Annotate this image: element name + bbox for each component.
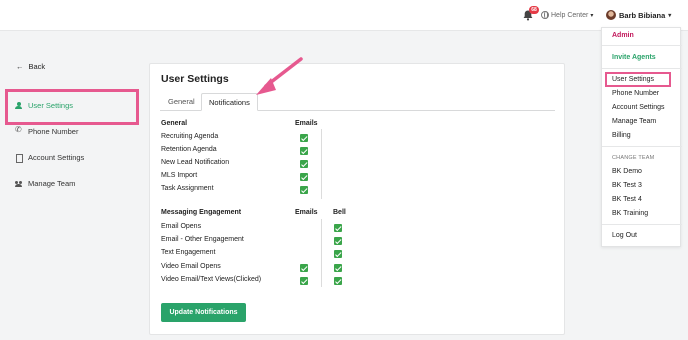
row-label: Text Engagement [161,249,216,256]
column-divider [321,129,322,199]
team-icon [15,180,22,187]
bell-checkbox[interactable] [334,250,342,258]
row-label: Recruiting Agenda [161,133,219,140]
settings-card: User Settings General Notifications Gene… [149,63,565,335]
highlight-box-menu [605,72,671,87]
email-checkbox[interactable] [300,147,308,155]
avatar [606,10,616,20]
divider [602,68,682,69]
email-checkbox[interactable] [300,264,308,272]
tab-bar: General Notifications [160,93,555,111]
menu-item-billing[interactable]: Billing [612,132,631,139]
email-checkbox[interactable] [300,160,308,168]
sidebar-item-user-settings[interactable]: User Settings [15,101,73,110]
bell-column-header: Bell [333,209,346,216]
page-title: User Settings [161,73,229,85]
bell-checkbox[interactable] [334,264,342,272]
menu-item-phone-number[interactable]: Phone Number [612,90,659,97]
change-team-header: CHANGE TEAM [612,155,655,161]
row-label: New Lead Notification [161,159,230,166]
email-checkbox[interactable] [300,173,308,181]
divider [602,45,682,46]
sidebar-item-manage-team[interactable]: Manage Team [15,179,75,188]
row-label: Retention Agenda [161,146,217,153]
help-center-menu[interactable]: Help Center ▾ [541,11,593,19]
tab-notifications[interactable]: Notifications [201,93,258,111]
user-name: Barb Bibiana [619,10,666,20]
menu-item-manage-team[interactable]: Manage Team [612,118,656,125]
emails-column-header: Emails [295,209,318,216]
menu-item-account-settings[interactable]: Account Settings [612,104,665,111]
sidebar-item-label: User Settings [28,101,74,110]
emails-column-header: Emails [295,120,318,127]
row-label: Video Email Opens [161,263,221,270]
globe-icon [541,11,549,19]
back-link[interactable]: ← Back [16,62,45,71]
user-dropdown-menu: Admin Invite Agents User Settings Phone … [601,27,682,247]
arrow-left-icon: ← [16,62,24,71]
sidebar-item-account-settings[interactable]: Account Settings [15,153,85,163]
top-bar: 68 Help Center ▾ Barb Bibiana ▾ [0,0,688,31]
row-label: Task Assignment [161,185,214,192]
row-label: MLS Import [161,172,198,179]
divider [602,146,682,147]
sidebar-item-label: Manage Team [28,179,76,188]
user-menu[interactable]: Barb Bibiana ▾ [606,10,671,20]
general-heading: General [161,120,188,127]
menu-item-team[interactable]: BK Demo [612,168,642,175]
sidebar-item-phone-number[interactable]: Phone Number [15,125,79,136]
bell-checkbox[interactable] [334,277,342,285]
notification-count-badge: 68 [529,6,539,14]
bell-checkbox[interactable] [334,237,342,245]
document-icon [15,154,23,163]
chevron-down-icon: ▾ [590,12,594,19]
email-checkbox[interactable] [300,186,308,194]
menu-item-log-out[interactable]: Log Out [612,232,637,239]
help-center-label: Help Center [551,11,589,19]
caret-down-icon: ▾ [668,12,672,19]
sidebar-item-label: Account Settings [28,153,85,162]
row-label: Video Email/Text Views(Clicked) [161,276,262,283]
tab-general[interactable]: General [161,93,202,111]
row-label: Email Opens [161,223,202,230]
menu-item-team[interactable]: BK Test 3 [612,182,642,189]
user-icon [15,102,22,109]
divider [602,224,682,225]
menu-item-team[interactable]: BK Test 4 [612,196,642,203]
update-notifications-button[interactable]: Update Notifications [161,303,246,322]
row-label: Email - Other Engagement [161,236,244,243]
phone-icon [15,125,22,135]
menu-item-admin[interactable]: Admin [612,32,634,39]
menu-item-team[interactable]: BK Training [612,210,648,217]
menu-item-invite-agents[interactable]: Invite Agents [612,54,656,61]
sidebar-item-label: Phone Number [28,127,79,136]
email-checkbox[interactable] [300,134,308,142]
messaging-heading: Messaging Engagement [161,209,242,216]
email-checkbox[interactable] [300,277,308,285]
bell-checkbox[interactable] [334,224,342,232]
back-label: Back [28,62,46,71]
column-divider [321,219,322,287]
